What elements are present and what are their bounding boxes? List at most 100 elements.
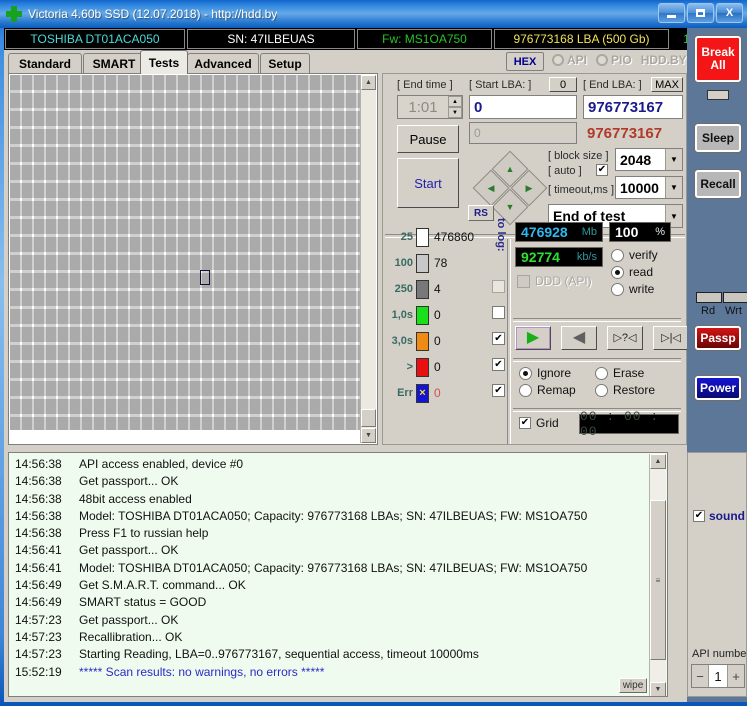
end-time-up-icon[interactable]: ▲ [448, 96, 462, 107]
stat-swatch-100 [416, 253, 429, 273]
tab-tests[interactable]: Tests [140, 50, 188, 74]
log-scroll-down-icon[interactable]: ▼ [650, 682, 666, 696]
random-seek-button[interactable]: ▷?◁ [607, 326, 643, 350]
play-backward-button[interactable]: ◀ [561, 326, 597, 350]
end-lba-input[interactable]: 976773167 [583, 95, 683, 119]
log-time: 14:56:41 [15, 560, 62, 575]
stat-count-3s: 0 [434, 334, 441, 348]
log-message: API access enabled, device #0 [79, 457, 244, 471]
start-lba-zero-button[interactable]: 0 [549, 77, 577, 92]
log-message: Press F1 to russian help [79, 526, 209, 541]
action-ignore-label: Ignore [537, 366, 572, 380]
break-all-button[interactable]: Break All [695, 36, 741, 82]
tab-smart[interactable]: SMART [83, 53, 145, 73]
block-time-stats: RS to log: 25 476860 100 78 250 4 1,0s 0… [384, 205, 507, 444]
power-button[interactable]: Power [695, 376, 741, 400]
pause-button[interactable]: Pause [397, 125, 459, 153]
mode-verify-radio[interactable] [611, 248, 624, 262]
wipe-log-button[interactable]: wipe [619, 678, 647, 693]
sleep-button[interactable]: Sleep [695, 124, 741, 152]
map-scroll-up-icon[interactable]: ▲ [361, 75, 376, 90]
device-firmware: Fw: MS1OA750 [357, 29, 492, 49]
auto-block-size-checkbox[interactable]: ✔ [596, 164, 608, 176]
action-restore-label: Restore [613, 383, 656, 397]
log-scroll-up-icon[interactable]: ▲ [650, 454, 666, 469]
grid-toggle[interactable]: ✔ Grid [519, 416, 559, 430]
block-size-chevron-down-icon[interactable]: ▼ [665, 149, 682, 170]
to-log-checkbox-over[interactable]: ✔ [492, 358, 505, 371]
mode-verify[interactable]: verify [611, 248, 658, 262]
sound-checkbox[interactable]: ✔ [693, 510, 705, 522]
action-restore[interactable]: Restore [595, 383, 655, 397]
mode-write-radio[interactable] [611, 282, 624, 296]
map-scrollbar[interactable]: ▲ ▼ [360, 75, 376, 443]
butterfly-seek-button[interactable]: ▷|◁ [653, 326, 689, 350]
tab-standard[interactable]: Standard [8, 53, 82, 73]
api-number-stepper[interactable]: − 1 + [691, 664, 745, 688]
start-button[interactable]: Start [397, 158, 459, 208]
to-log-checkbox-1s[interactable] [492, 306, 505, 319]
window-title: Victoria 4.60b SSD (12.07.2018) - http:/… [28, 7, 278, 21]
device-serial: SN: 47ILBEUAS [187, 29, 355, 49]
hex-button[interactable]: HEX [506, 52, 544, 71]
hddby-label: HDD.BY [640, 53, 687, 67]
stat-row-1s: 1,0s 0 [384, 302, 492, 328]
to-log-checkbox-err[interactable]: ✔ [492, 384, 505, 397]
api-number-increment-button[interactable]: + [728, 665, 744, 687]
stat-row-100: 100 78 [384, 250, 492, 276]
speed-unit: kb/s [576, 251, 597, 263]
block-map-canvas[interactable] [10, 75, 363, 443]
mode-read-radio[interactable] [611, 265, 624, 279]
tests-control-panel: [ End time ] [ Start LBA: ] 0 [ End LBA:… [382, 73, 689, 445]
action-erase-radio[interactable] [595, 366, 608, 380]
minimize-button[interactable] [658, 3, 685, 23]
to-log-checkbox-3s[interactable]: ✔ [492, 332, 505, 345]
speed-value: 92774 [521, 249, 560, 265]
sound-toggle[interactable]: ✔ sound [693, 509, 745, 523]
end-time-down-icon[interactable]: ▼ [448, 107, 462, 118]
maximize-button[interactable] [687, 3, 714, 23]
stat-row-3s: 3,0s 0 [384, 328, 492, 354]
ddd-api-checkbox[interactable] [517, 274, 530, 288]
to-log-label: to log: [495, 218, 507, 252]
stat-row-over: > 0 [384, 354, 492, 380]
passport-button[interactable]: Passp [695, 326, 741, 350]
action-ignore[interactable]: Ignore [519, 366, 576, 380]
surface-block-map[interactable]: ▲ ▼ [8, 73, 378, 445]
action-remap-label: Remap [537, 383, 576, 397]
ddd-api-toggle[interactable]: DDD (API) [517, 274, 592, 288]
block-size-combo[interactable]: 2048 ▼ [615, 148, 683, 171]
timeout-chevron-down-icon[interactable]: ▼ [665, 177, 682, 198]
to-log-checkbox-250[interactable] [492, 280, 505, 293]
stat-label-25: 25 [400, 231, 413, 243]
close-button[interactable]: X [716, 3, 743, 23]
grid-checkbox[interactable]: ✔ [519, 417, 531, 429]
log-scroll-thumb[interactable]: ≡ [650, 500, 666, 660]
mode-write[interactable]: write [611, 282, 658, 296]
tab-advanced[interactable]: Advanced [187, 53, 259, 73]
radio-pio[interactable] [596, 54, 609, 66]
radio-api[interactable] [552, 54, 564, 66]
start-lba-input[interactable]: 0 [469, 95, 577, 119]
action-erase[interactable]: Erase [595, 366, 655, 380]
map-scroll-thumb[interactable] [361, 409, 376, 427]
action-remap-radio[interactable] [519, 383, 532, 397]
tab-setup[interactable]: Setup [260, 53, 310, 73]
log-scrollbar[interactable]: ▲ ≡ ▼ [649, 454, 666, 696]
progress-readout-panel: 476928 Mb 100 % 92774 kb/s DDD (API) ver… [511, 222, 689, 444]
api-number-decrement-button[interactable]: − [692, 665, 708, 687]
action-restore-radio[interactable] [595, 383, 608, 397]
map-scroll-down-icon[interactable]: ▼ [361, 428, 376, 443]
rd-label: Rd [701, 305, 716, 317]
play-forward-button[interactable]: ▶ [515, 326, 551, 350]
recall-button[interactable]: Recall [695, 170, 741, 198]
timeout-combo[interactable]: 10000 ▼ [615, 176, 683, 199]
log-panel[interactable]: 14:56:38 API access enabled, device #0 14… [8, 452, 668, 697]
butterfly-seek-icon: ▷|◁ [661, 331, 681, 344]
stat-label-3s: 3,0s [391, 335, 413, 347]
end-time-field[interactable]: 1:01 ▲ ▼ [397, 95, 463, 119]
mode-read[interactable]: read [611, 265, 658, 279]
action-ignore-radio[interactable] [519, 366, 532, 380]
end-lba-max-button[interactable]: MAX [651, 77, 683, 92]
action-remap[interactable]: Remap [519, 383, 576, 397]
